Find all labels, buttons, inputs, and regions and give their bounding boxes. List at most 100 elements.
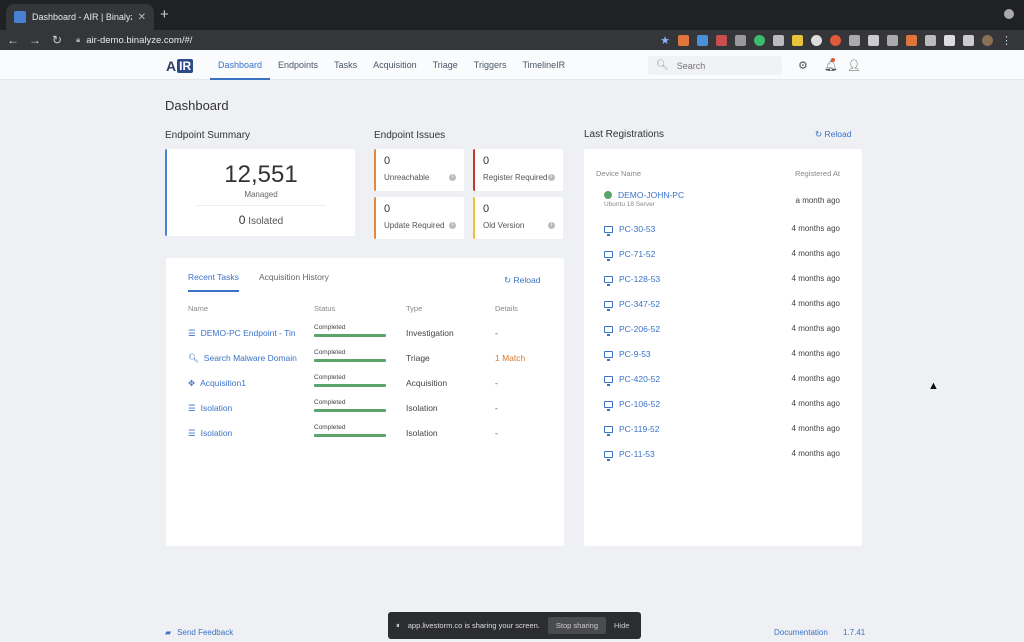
extension-icon[interactable] (868, 35, 879, 46)
new-tab-icon[interactable]: + (160, 6, 169, 23)
list-item[interactable]: PC-347-52 4 months ago (584, 299, 862, 319)
issue-update-required[interactable]: 0 Update Required i (374, 197, 464, 239)
device-link[interactable]: DEMO-JOHN-PC (604, 190, 684, 200)
device-link[interactable]: PC-119-52 (604, 424, 659, 436)
extension-icon[interactable] (830, 35, 841, 46)
task-name-link[interactable]: ✥ Acquisition1 (188, 378, 304, 389)
nav-acquisition[interactable]: Acquisition (365, 50, 425, 80)
table-row[interactable]: 🔍︎ Search Malware Domain Completed Triage… (166, 349, 564, 378)
tasks-reload-button[interactable]: ↻ Reload (504, 275, 540, 286)
monitor-icon (604, 425, 613, 436)
list-item[interactable]: DEMO-JOHN-PC Ubuntu 18 Server a month ag… (584, 190, 862, 210)
device-link[interactable]: PC-206-52 (604, 324, 660, 336)
task-name-link[interactable]: ☰ Isolation (188, 428, 304, 439)
list-item[interactable]: PC-9-53 4 months ago (584, 349, 862, 369)
task-name-link[interactable]: ☰ DEMO-PC Endpoint - Tin (188, 328, 304, 339)
extension-icon[interactable] (811, 35, 822, 46)
extension-icon[interactable] (849, 35, 860, 46)
device-link[interactable]: PC-106-52 (604, 399, 660, 411)
forward-icon[interactable]: → (26, 33, 44, 47)
info-icon[interactable]: i (449, 222, 456, 229)
extension-icon[interactable] (754, 35, 765, 46)
documentation-link[interactable]: Documentation (774, 628, 828, 637)
endpoint-summary-card[interactable]: 12,551 Managed 0 Isolated (165, 149, 355, 236)
endpoint-summary-title: Endpoint Summary (165, 130, 251, 141)
issue-unreachable[interactable]: 0 Unreachable i (374, 149, 464, 191)
share-message: app.livestorm.co is sharing your screen. (407, 621, 540, 630)
search-input[interactable] (676, 60, 777, 71)
isolated-summary[interactable]: 0 Isolated (167, 213, 355, 227)
extension-icon[interactable] (906, 35, 917, 46)
nav-triggers[interactable]: Triggers (466, 50, 515, 80)
tab-acquisition-history[interactable]: Acquisition History (259, 272, 329, 290)
window-menu-icon[interactable] (1004, 9, 1014, 19)
kebab-menu-icon[interactable]: ⋮ (1001, 34, 1012, 47)
task-name-link[interactable]: 🔍︎ Search Malware Domain (188, 353, 304, 364)
table-row[interactable]: ☰ Isolation Completed Isolation - (166, 399, 564, 428)
issue-register-required[interactable]: 0 Register Required i (473, 149, 563, 191)
refresh-icon[interactable]: ↻ (48, 33, 66, 47)
registrations-reload-button[interactable]: ↻ Reload (815, 129, 851, 140)
task-type: Triage (406, 353, 430, 363)
list-item[interactable]: PC-206-52 4 months ago (584, 324, 862, 344)
table-row[interactable]: ☰ Isolation Completed Isolation - (166, 424, 564, 453)
task-name-link[interactable]: ☰ Isolation (188, 403, 304, 414)
bookmark-star-icon[interactable]: ★ (660, 34, 670, 47)
back-icon[interactable]: ← (4, 33, 22, 47)
close-icon[interactable]: ✕ (138, 12, 146, 23)
list-item[interactable]: PC-128-53 4 months ago (584, 274, 862, 294)
nav-dashboard[interactable]: Dashboard (210, 50, 271, 80)
tab-recent-tasks[interactable]: Recent Tasks (188, 272, 239, 292)
nav-tasks[interactable]: Tasks (326, 50, 365, 80)
extension-icon[interactable] (697, 35, 708, 46)
air-logo[interactable]: A IR (166, 57, 194, 74)
info-icon[interactable]: i (548, 222, 555, 229)
settings-gears-icon[interactable]: ⚙ (798, 59, 808, 72)
extension-icon[interactable] (735, 35, 746, 46)
avatar[interactable] (982, 35, 993, 46)
device-link[interactable]: PC-9-53 (604, 349, 651, 361)
last-registrations-title: Last Registrations (584, 129, 665, 140)
extension-icon[interactable] (792, 35, 803, 46)
device-link[interactable]: PC-128-53 (604, 274, 660, 286)
browser-tabbar: Dashboard - AIR | Binalyze ✕ + (0, 0, 1024, 30)
list-item[interactable]: PC-119-52 4 months ago (584, 424, 862, 444)
registered-at: 4 months ago (791, 249, 840, 258)
nav-triage[interactable]: Triage (425, 50, 466, 80)
stop-sharing-button[interactable]: Stop sharing (547, 617, 607, 634)
device-link[interactable]: PC-30-53 (604, 224, 655, 236)
send-feedback-link[interactable]: ▰ Send Feedback (165, 628, 233, 637)
col-details: Details (495, 304, 518, 313)
table-row[interactable]: ☰ DEMO-PC Endpoint - Tin Completed Invest… (166, 324, 564, 353)
device-link[interactable]: PC-420-52 (604, 374, 660, 386)
list-icon: ☰ (188, 428, 196, 438)
user-icon[interactable]: 👤︎ (847, 59, 861, 72)
list-item[interactable]: PC-106-52 4 months ago (584, 399, 862, 419)
nav-timelineir[interactable]: TimelineIR (514, 50, 573, 80)
list-item[interactable]: PC-71-52 4 months ago (584, 249, 862, 269)
task-details-match-link[interactable]: 1 Match (495, 353, 525, 363)
list-item[interactable]: PC-420-52 4 months ago (584, 374, 862, 394)
device-link[interactable]: PC-347-52 (604, 299, 660, 311)
info-icon[interactable]: i (449, 174, 456, 181)
puzzle-icon[interactable] (944, 35, 955, 46)
table-row[interactable]: ✥ Acquisition1 Completed Acquisition - (166, 374, 564, 403)
extension-icon[interactable] (678, 35, 689, 46)
extension-icon[interactable] (716, 35, 727, 46)
list-item[interactable]: PC-11-53 4 months ago (584, 449, 862, 469)
device-link[interactable]: PC-71-52 (604, 249, 655, 261)
progress-bar (314, 384, 386, 387)
issue-old-version[interactable]: 0 Old Version i (473, 197, 563, 239)
extension-icon[interactable] (887, 35, 898, 46)
browser-tab[interactable]: Dashboard - AIR | Binalyze ✕ (6, 4, 154, 30)
hide-button[interactable]: Hide (614, 621, 629, 630)
url-text: air-demo.binalyze.com/#/ (86, 34, 193, 46)
list-item[interactable]: PC-30-53 4 months ago (584, 224, 862, 244)
extension-icon[interactable] (963, 35, 974, 46)
extension-icon[interactable] (773, 35, 784, 46)
extension-icon[interactable] (925, 35, 936, 46)
url-field[interactable]: 🔒︎ air-demo.binalyze.com/#/ (76, 35, 192, 46)
info-icon[interactable]: i (548, 174, 555, 181)
nav-endpoints[interactable]: Endpoints (270, 50, 326, 80)
device-link[interactable]: PC-11-53 (604, 449, 655, 461)
